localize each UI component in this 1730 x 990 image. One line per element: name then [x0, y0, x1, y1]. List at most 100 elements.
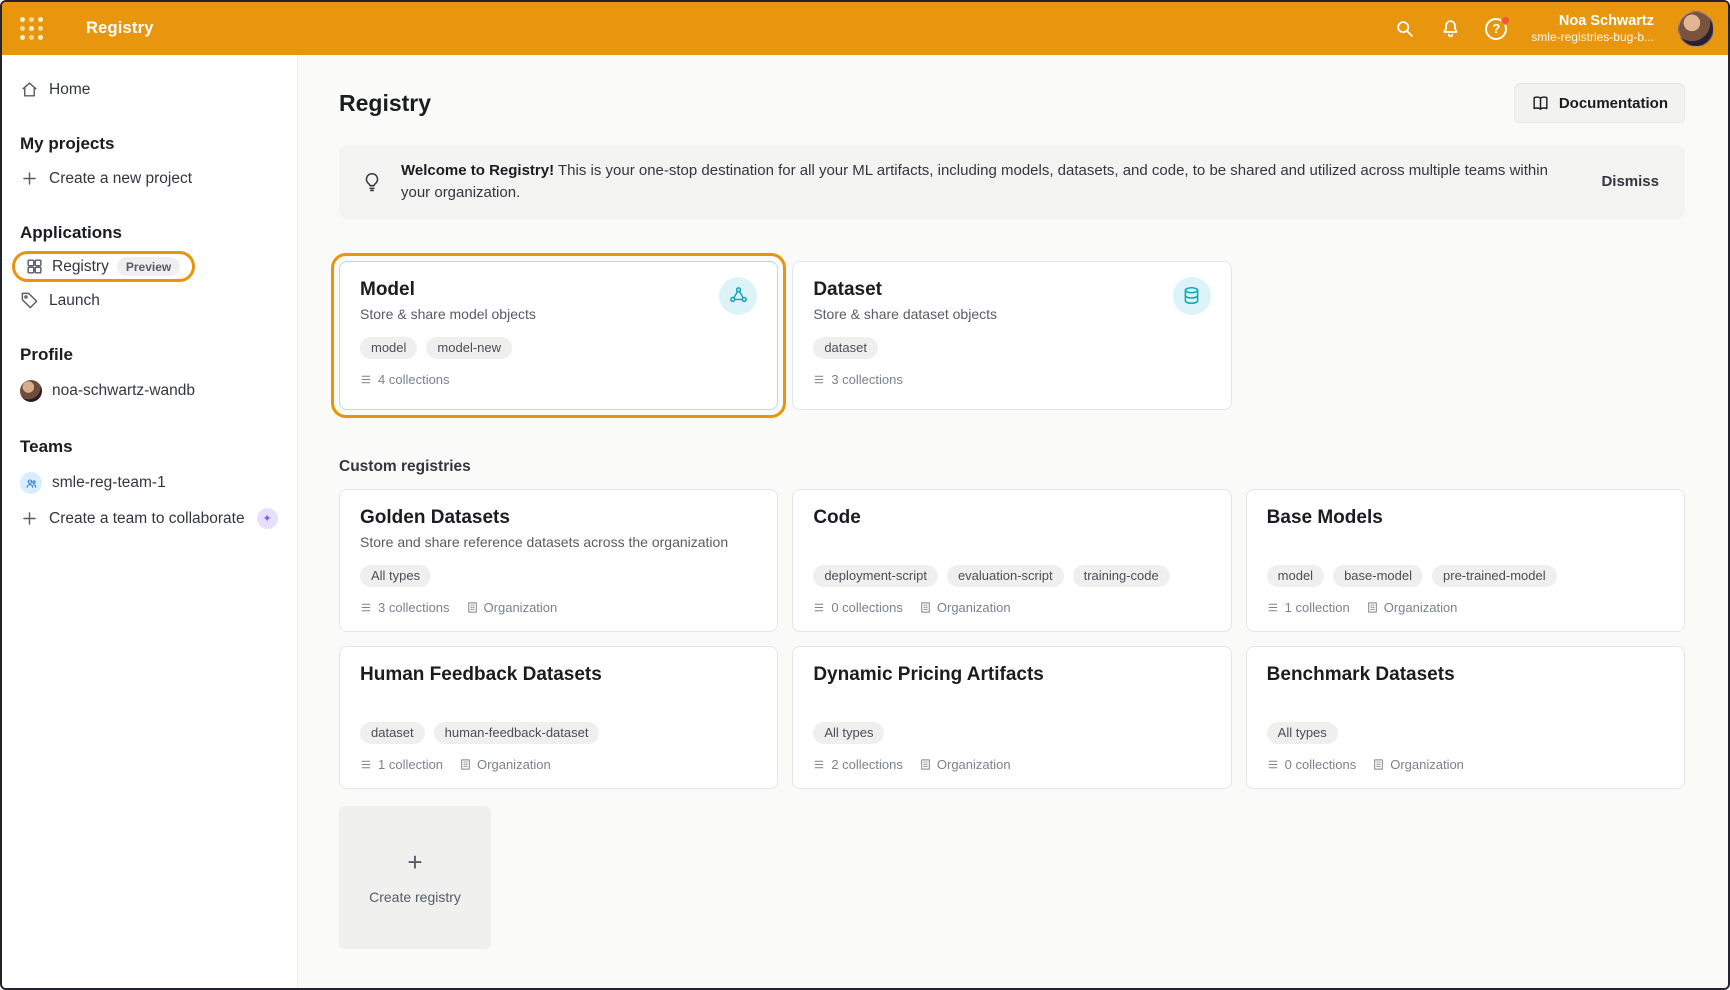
team-avatar [20, 472, 42, 494]
registry-card-dataset[interactable]: Dataset Store & share dataset objects da… [792, 261, 1231, 410]
sidebar-home-label: Home [49, 81, 90, 99]
documentation-button[interactable]: Documentation [1514, 83, 1685, 123]
tag: All types [1267, 722, 1338, 744]
collections-icon [360, 758, 373, 771]
registry-card-code[interactable]: Code deployment-script evaluation-script… [792, 489, 1231, 632]
card-title: Dataset [813, 279, 997, 301]
sidebar-heading-profile: Profile [2, 345, 297, 365]
card-subtitle [360, 691, 757, 709]
navbar-app-title: Registry [86, 19, 154, 38]
collections-count: 1 collection [1267, 600, 1350, 615]
tag: base-model [1333, 565, 1423, 587]
banner-text: Welcome to Registry! This is your one-st… [401, 160, 1565, 204]
sidebar-heading-teams: Teams [2, 437, 297, 457]
lightbulb-icon [361, 171, 383, 193]
tag: deployment-script [813, 565, 938, 587]
collections-count: 0 collections [813, 600, 903, 615]
visibility-label: Organization [1366, 600, 1458, 615]
organization-icon [1372, 758, 1385, 771]
card-subtitle: Store & share dataset objects [813, 306, 997, 324]
collections-count: 4 collections [360, 372, 450, 387]
sidebar-item-profile[interactable]: noa-schwartz-wandb [2, 373, 297, 409]
sidebar-launch-label: Launch [49, 292, 100, 310]
documentation-label: Documentation [1559, 95, 1668, 112]
card-title: Benchmark Datasets [1267, 664, 1664, 686]
card-title: Human Feedback Datasets [360, 664, 757, 686]
registry-card-benchmark-datasets[interactable]: Benchmark Datasets All types 0 collectio… [1246, 646, 1685, 789]
welcome-banner: Welcome to Registry! This is your one-st… [339, 145, 1685, 219]
custom-registries-heading: Custom registries [339, 458, 1685, 476]
collections-count: 2 collections [813, 757, 903, 772]
visibility-label: Organization [919, 757, 1011, 772]
registry-card-dynamic-pricing-artifacts[interactable]: Dynamic Pricing Artifacts All types 2 co… [792, 646, 1231, 789]
top-navbar: Registry ? Noa Schwartz smle-registries-… [2, 2, 1728, 55]
registry-card-golden-datasets[interactable]: Golden Datasets Store and share referenc… [339, 489, 778, 632]
sidebar-heading-applications: Applications [2, 223, 297, 243]
collections-icon [1267, 758, 1280, 771]
help-icon[interactable]: ? [1485, 18, 1507, 40]
tag: All types [813, 722, 884, 744]
visibility-label: Organization [919, 600, 1011, 615]
user-menu[interactable]: Noa Schwartz smle-registries-bug-b... [1531, 12, 1654, 45]
database-icon [1173, 277, 1211, 315]
tag: model-new [426, 337, 512, 359]
tag: pre-trained-model [1432, 565, 1557, 587]
notifications-bell-icon[interactable] [1439, 18, 1461, 40]
card-subtitle: Store & share model objects [360, 306, 536, 324]
collections-count: 3 collections [360, 600, 450, 615]
collections-icon [813, 758, 826, 771]
sidebar-item-home[interactable]: Home [2, 73, 297, 106]
sidebar-item-create-team[interactable]: Create a team to collaborate ✦ [2, 501, 297, 536]
help-glyph: ? [1492, 21, 1500, 36]
annotation-highlight-ring [331, 253, 786, 418]
create-registry-button[interactable]: + Create registry [339, 806, 491, 949]
custom-registries-grid: Golden Datasets Store and share referenc… [339, 489, 1685, 789]
collections-icon [813, 373, 826, 386]
sidebar-item-launch[interactable]: Launch [2, 284, 297, 317]
card-subtitle [813, 691, 1210, 709]
main-content: Registry Documentation Welcome to Regist… [298, 55, 1728, 988]
preview-badge: Preview [117, 257, 180, 276]
search-icon[interactable] [1393, 18, 1415, 40]
card-subtitle: Store and share reference datasets acros… [360, 534, 757, 552]
sidebar-item-create-project[interactable]: Create a new project [2, 162, 297, 195]
collections-icon [360, 601, 373, 614]
tag: human-feedback-dataset [434, 722, 600, 744]
create-project-label: Create a new project [49, 170, 192, 188]
collections-icon [1267, 601, 1280, 614]
registry-card-human-feedback-datasets[interactable]: Human Feedback Datasets dataset human-fe… [339, 646, 778, 789]
banner-body: This is your one-stop destination for al… [401, 162, 1548, 201]
dismiss-button[interactable]: Dismiss [1601, 173, 1659, 190]
create-team-label: Create a team to collaborate [49, 510, 245, 528]
sidebar: Home My projects Create a new project Ap… [2, 55, 298, 988]
visibility-label: Organization [466, 600, 558, 615]
banner-title: Welcome to Registry! [401, 162, 554, 179]
tag: evaluation-script [947, 565, 1064, 587]
sidebar-item-team[interactable]: smle-reg-team-1 [2, 465, 297, 501]
visibility-label: Organization [1372, 757, 1464, 772]
plus-icon [20, 169, 39, 188]
sidebar-item-registry[interactable]: Registry Preview [12, 251, 195, 282]
collections-count: 1 collection [360, 757, 443, 772]
tag: model [360, 337, 417, 359]
user-name: Noa Schwartz [1531, 12, 1654, 30]
launch-tag-icon [20, 291, 39, 310]
collections-count: 3 collections [813, 372, 903, 387]
card-title: Golden Datasets [360, 507, 757, 529]
card-subtitle [1267, 691, 1664, 709]
model-network-icon [719, 277, 757, 315]
user-avatar[interactable] [1678, 11, 1714, 47]
tag: model [1267, 565, 1324, 587]
organization-icon [919, 601, 932, 614]
card-title: Base Models [1267, 507, 1664, 529]
card-title: Code [813, 507, 1210, 529]
organization-icon [919, 758, 932, 771]
registry-card-model[interactable]: Model Store & share model objects model … [339, 261, 778, 410]
wandb-logo-icon[interactable] [20, 17, 44, 41]
organization-icon [466, 601, 479, 614]
card-subtitle [813, 534, 1210, 552]
registry-card-base-models[interactable]: Base Models model base-model pre-trained… [1246, 489, 1685, 632]
organization-icon [1366, 601, 1379, 614]
profile-name: noa-schwartz-wandb [52, 382, 195, 400]
tag: dataset [360, 722, 425, 744]
